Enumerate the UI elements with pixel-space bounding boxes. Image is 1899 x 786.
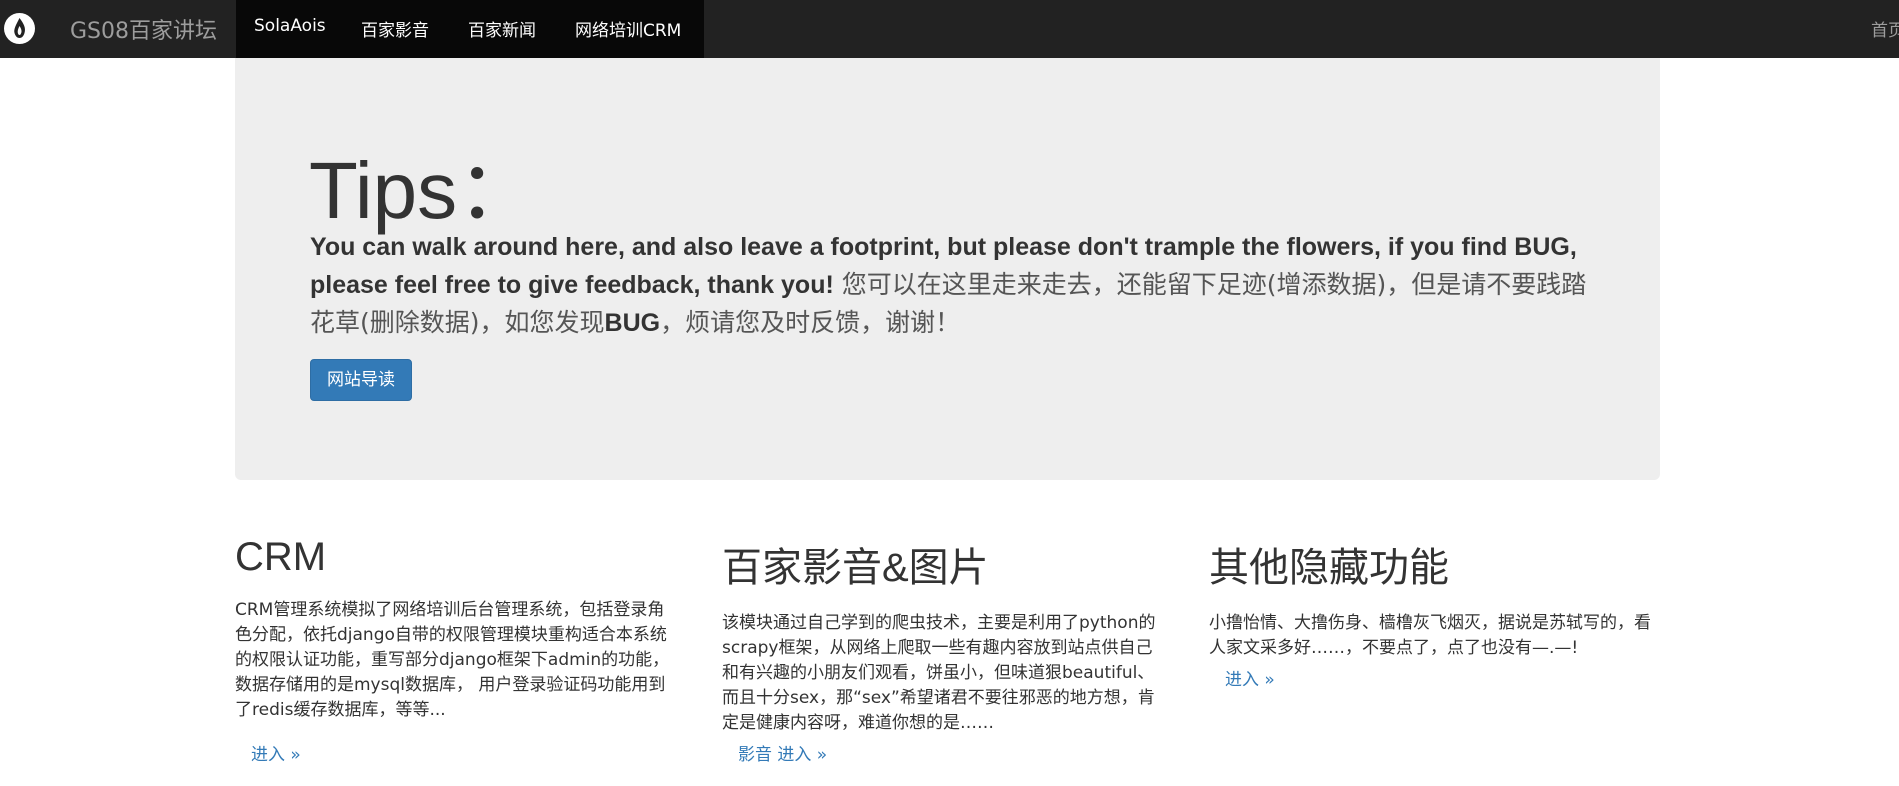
- top-navbar: GS08百家讲坛 SolaAois 百家影音 百家新闻 网络培训CRM 首页: [0, 0, 1899, 58]
- feature-column-hidden: 其他隐藏功能 小撸怡情、大撸伤身、樯橹灰飞烟灭，据说是苏轼写的，看人家文采多好……: [1209, 535, 1654, 690]
- tips-text: You can walk around here, and also leave…: [310, 228, 1600, 342]
- column-title: CRM: [235, 535, 327, 579]
- tips-text-bug: BUG: [604, 309, 661, 337]
- site-guide-button[interactable]: 网站导读: [310, 359, 412, 401]
- hidden-enter-link[interactable]: 进入 »: [1225, 665, 1275, 690]
- feature-column-media: 百家影音&图片 该模块通过自己学到的爬虫技术，主要是利用了python的scra…: [722, 535, 1167, 765]
- column-body: CRM管理系统模拟了网络培训后台管理系统，包括登录角色分配，依托django自带…: [235, 600, 670, 720]
- feature-column-crm: CRM CRM管理系统模拟了网络培训后台管理系统，包括登录角色分配，依托djan…: [235, 535, 680, 765]
- nav-link-home[interactable]: 首页: [1871, 16, 1899, 41]
- column-title: 其他隐藏功能: [1209, 546, 1449, 590]
- nav-link-media[interactable]: 百家影音: [361, 16, 429, 41]
- nav-link-news[interactable]: 百家新闻: [468, 16, 536, 41]
- brand-name[interactable]: GS08百家讲坛: [70, 13, 217, 45]
- nav-link-solaaois[interactable]: SolaAois: [254, 16, 326, 36]
- tips-text-chinese-2: ，烦请您及时反馈，谢谢！: [660, 308, 961, 337]
- nav-link-crm[interactable]: 网络培训CRM: [575, 16, 681, 41]
- column-title: 百家影音&图片: [722, 546, 989, 590]
- media-enter-link[interactable]: 影音 进入 »: [738, 740, 827, 765]
- tips-title: Tips：: [309, 146, 538, 235]
- tips-jumbotron: Tips： You can walk around here, and also…: [235, 58, 1660, 480]
- column-body: 该模块通过自己学到的爬虫技术，主要是利用了python的scrapy框架，从网络…: [722, 613, 1156, 733]
- crm-enter-link[interactable]: 进入 »: [251, 740, 301, 765]
- flame-logo-icon[interactable]: [4, 13, 35, 44]
- column-body: 小撸怡情、大撸伤身、樯橹灰飞烟灭，据说是苏轼写的，看人家文采多好……，不要点了，…: [1209, 613, 1651, 658]
